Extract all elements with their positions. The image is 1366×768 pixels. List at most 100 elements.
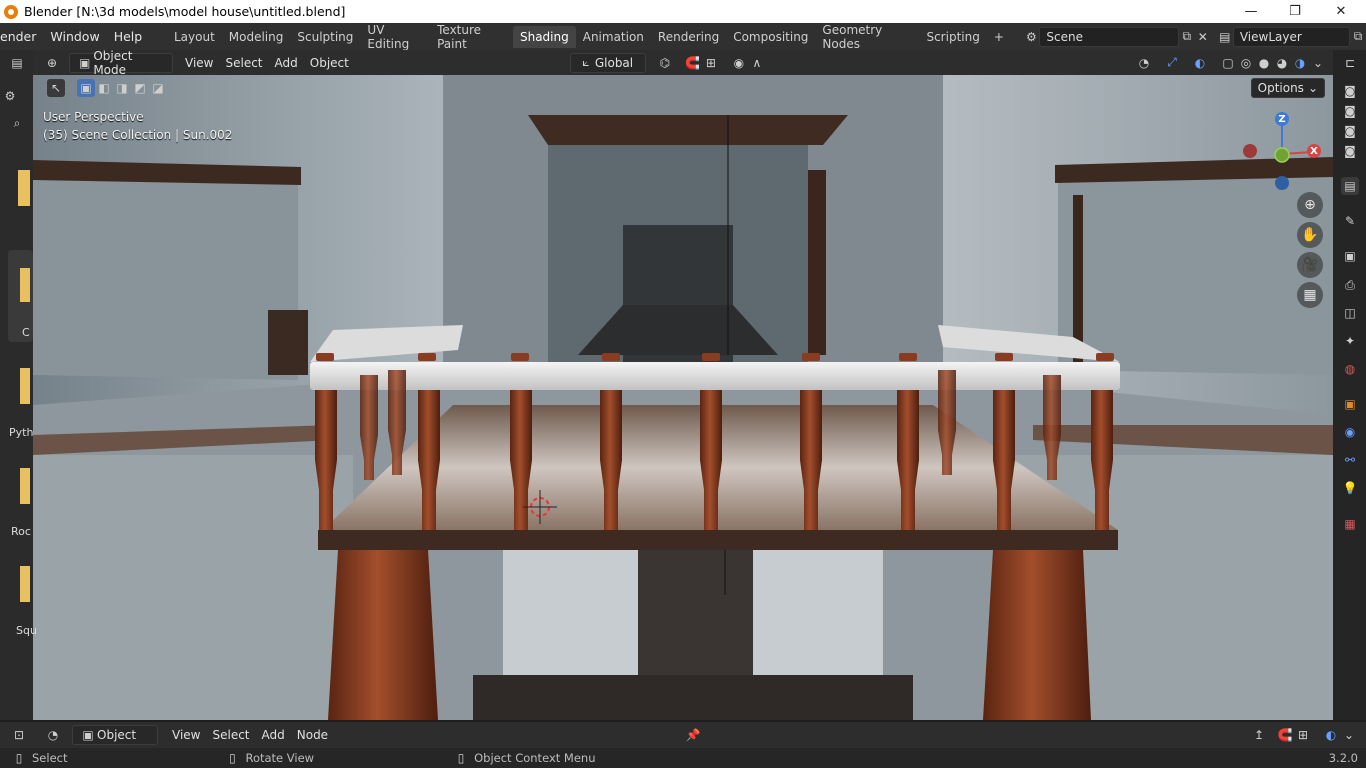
visibility-icon[interactable]: ◔ — [1135, 54, 1153, 72]
tool-properties-icon[interactable]: ✎ — [1341, 212, 1359, 230]
snap-icon[interactable]: 🧲 — [684, 54, 702, 72]
tab-layout[interactable]: Layout — [167, 26, 222, 48]
camera-slot-2-icon[interactable]: ◙ — [1341, 102, 1359, 120]
node-snap-target-icon[interactable]: ⊞ — [1294, 726, 1312, 744]
tab-compositing[interactable]: Compositing — [726, 26, 815, 48]
camera-slot-3-icon[interactable]: ◙ — [1341, 122, 1359, 140]
object-type-dropdown[interactable]: ▣ Object — [72, 725, 158, 745]
navigation-gizmo[interactable]: Z X — [1238, 110, 1328, 195]
proportional-edit-icon[interactable]: ◉ — [730, 54, 748, 72]
rendered-shading-icon[interactable]: ◑ — [1291, 54, 1309, 72]
parent-node-icon[interactable]: ↥ — [1250, 726, 1268, 744]
node-overlay-icon[interactable]: ◐ — [1322, 726, 1340, 744]
tab-modeling[interactable]: Modeling — [222, 26, 291, 48]
xray-icon[interactable]: ▢ — [1219, 54, 1237, 72]
pan-hand-icon[interactable]: ✋ — [1297, 222, 1323, 248]
window-title: Blender [N:\3d models\model house\untitl… — [24, 4, 346, 19]
camera-slot-4-icon[interactable]: ◙ — [1341, 142, 1359, 160]
mode-dropdown[interactable]: ▣ Object Mode — [69, 49, 173, 77]
node-menu-select[interactable]: Select — [206, 725, 255, 745]
world-properties-icon[interactable]: ◍ — [1341, 360, 1359, 378]
material-shading-icon[interactable]: ◕ — [1273, 54, 1291, 72]
gear-icon[interactable]: ⚙ — [1, 87, 19, 105]
select-tool-icon[interactable]: ↖ — [47, 79, 65, 97]
select-subtract-icon[interactable]: ◨ — [113, 79, 131, 97]
asset-thumb-5[interactable] — [20, 566, 30, 602]
scene-properties-icon[interactable]: ✦ — [1341, 332, 1359, 350]
tab-rendering[interactable]: Rendering — [651, 26, 726, 48]
snap-target-icon[interactable]: ⊞ — [702, 54, 720, 72]
gizmo-icon[interactable]: ⤢ — [1163, 54, 1181, 72]
outliner-icon[interactable]: ⊏ — [1341, 54, 1359, 72]
menu-select[interactable]: Select — [219, 53, 268, 73]
version-label: 3.2.0 — [1328, 751, 1358, 765]
node-menu-node[interactable]: Node — [291, 725, 334, 745]
menu-object[interactable]: Object — [304, 53, 355, 73]
object-properties-icon[interactable]: ▣ — [1341, 395, 1359, 413]
node-snap-icon[interactable]: 🧲 — [1276, 726, 1294, 744]
orientation-dropdown[interactable]: ⟀ Global — [569, 52, 646, 73]
camera-icon[interactable]: 🎥 — [1297, 252, 1323, 278]
wireframe-shading-icon[interactable]: ◎ — [1237, 54, 1255, 72]
options-dropdown[interactable]: Options ⌄ — [1250, 78, 1325, 98]
solid-shading-icon[interactable]: ● — [1255, 54, 1273, 72]
close-button[interactable]: ✕ — [1318, 0, 1364, 23]
select-difference-icon[interactable]: ◩ — [131, 79, 149, 97]
scene-icon[interactable]: ⚙ — [1023, 28, 1039, 46]
select-intersect-icon[interactable]: ◪ — [149, 79, 167, 97]
texture-properties-icon[interactable]: ▦ — [1341, 515, 1359, 533]
search-icon[interactable]: ⌕ — [8, 114, 26, 132]
select-extend-icon[interactable]: ◧ — [95, 79, 113, 97]
pin-icon[interactable]: 📌 — [684, 726, 702, 744]
asset-thumb-3[interactable] — [20, 368, 30, 404]
menu-add[interactable]: Add — [269, 53, 304, 73]
physics-properties-icon[interactable]: ◉ — [1341, 423, 1359, 441]
object-mode-icon: ▣ — [78, 55, 91, 70]
object-icon: ▣ — [82, 728, 94, 742]
new-view-layer-icon[interactable]: ⧉ — [1350, 28, 1366, 46]
menu-blender[interactable]: ender — [0, 29, 43, 44]
shading-options-icon[interactable]: ⌄ — [1309, 54, 1327, 72]
minimize-button[interactable]: — — [1228, 0, 1274, 23]
zoom-icon[interactable]: ⊕ — [1297, 192, 1323, 218]
z-axis-handle[interactable]: Z — [1275, 112, 1289, 126]
asset-thumb-4[interactable] — [20, 468, 30, 504]
maximize-button[interactable]: ❐ — [1272, 0, 1318, 23]
remove-scene-icon[interactable]: ✕ — [1195, 28, 1211, 46]
view-layer-field[interactable]: ViewLayer — [1232, 26, 1351, 47]
scene-field[interactable]: Scene — [1039, 26, 1179, 47]
tab-shading[interactable]: Shading — [512, 25, 576, 48]
menu-window[interactable]: Window — [43, 29, 106, 44]
x-axis-handle[interactable]: X — [1307, 144, 1321, 158]
menu-view[interactable]: View — [179, 53, 219, 73]
constraint-properties-icon[interactable]: ⚯ — [1341, 451, 1359, 469]
pivot-icon[interactable]: ⌬ — [656, 54, 674, 72]
node-overlay-options-icon[interactable]: ⌄ — [1340, 726, 1358, 744]
asset-thumb-1[interactable] — [18, 170, 30, 206]
light-properties-icon[interactable]: 💡 — [1341, 479, 1359, 497]
output-properties-icon[interactable]: ⎙ — [1341, 276, 1359, 294]
folder-icon[interactable]: ▤ — [8, 54, 26, 72]
grid-perspective-icon[interactable]: ▦ — [1297, 282, 1323, 308]
3d-viewport[interactable] — [33, 75, 1333, 720]
node-menu-view[interactable]: View — [166, 725, 206, 745]
node-editor-type-icon[interactable]: ⊡ — [10, 726, 28, 744]
render-properties-icon[interactable]: ▣ — [1341, 247, 1359, 265]
editor-type-icon[interactable]: ⊕ — [43, 54, 61, 72]
view-layer-icon[interactable]: ▤ — [1217, 28, 1233, 46]
tab-scripting[interactable]: Scripting — [919, 26, 986, 48]
node-menu-add[interactable]: Add — [256, 725, 291, 745]
left-file-strip: ▤ ⚙ ⌕ C Pyth Roc Squ — [0, 50, 37, 720]
select-new-icon[interactable]: ▣ — [77, 79, 95, 97]
falloff-icon[interactable]: ∧ — [748, 54, 766, 72]
menu-help[interactable]: Help — [107, 29, 150, 44]
tab-animation[interactable]: Animation — [576, 26, 651, 48]
view-layer-properties-icon[interactable]: ◫ — [1341, 304, 1359, 322]
properties-editor-icon[interactable]: ▤ — [1341, 177, 1359, 195]
shader-type-icon[interactable]: ◔ — [44, 726, 62, 744]
add-workspace-button[interactable]: + — [987, 26, 1011, 48]
camera-slot-1-icon[interactable]: ◙ — [1341, 82, 1359, 100]
tab-sculpting[interactable]: Sculpting — [290, 26, 360, 48]
new-scene-icon[interactable]: ⧉ — [1179, 28, 1195, 46]
overlay-icon[interactable]: ◐ — [1191, 54, 1209, 72]
